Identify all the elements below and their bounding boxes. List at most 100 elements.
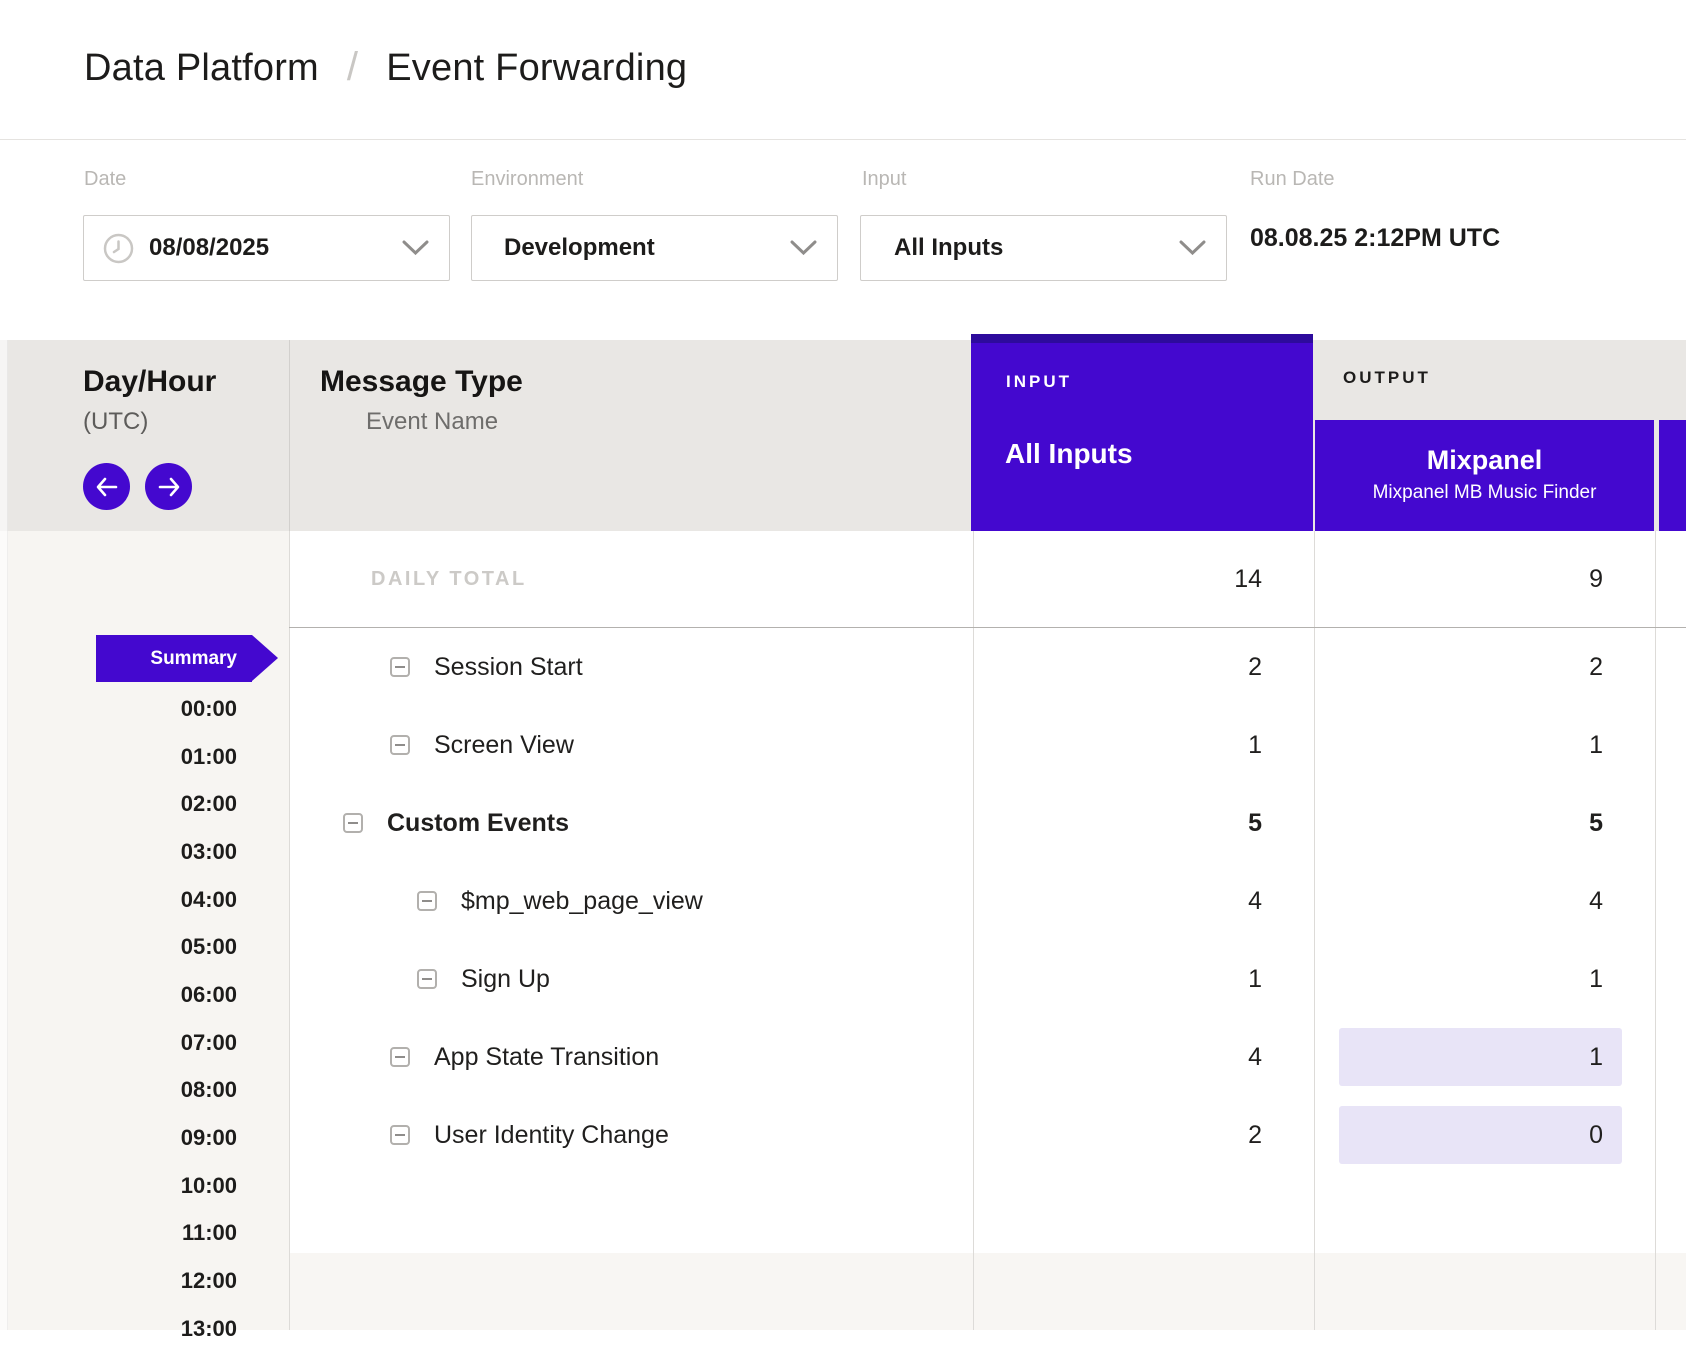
output-count-cell: 0 [1315,1096,1656,1174]
input-count-value: 2 [973,1121,1315,1150]
collapse-toggle-icon[interactable] [417,891,437,911]
event-name-label: App State Transition [434,1043,659,1072]
event-forwarding-page: Data Platform / Event Forwarding Date 08… [0,0,1686,1330]
collapse-toggle-icon[interactable] [390,1047,410,1067]
table-row: App State Transition 4 1 [289,1018,1686,1096]
input-dropdown[interactable]: All Inputs [860,215,1227,281]
output-count-cell: 1 [1315,706,1656,784]
hour-row-label[interactable]: 13:00 [0,1305,289,1353]
output-count-value: 1 [1589,731,1603,760]
input-count-value: 4 [973,1043,1315,1072]
summary-tab[interactable]: Summary [96,635,252,682]
hour-row-label[interactable]: 11:00 [0,1210,289,1258]
hour-row-label[interactable]: 02:00 [0,780,289,828]
table-row: User Identity Change 2 0 [289,1096,1686,1174]
hour-row-label[interactable]: 10:00 [0,1162,289,1210]
breadcrumb: Data Platform / Event Forwarding [84,46,687,91]
output-highlight-box [1339,1028,1622,1086]
input-column-header[interactable]: INPUT All Inputs [971,334,1313,531]
hour-row-label[interactable]: 06:00 [0,971,289,1019]
output-highlight-box [1339,1106,1622,1164]
hour-row-label[interactable]: 05:00 [0,923,289,971]
output-count-value: 2 [1589,653,1603,682]
event-name-subtitle: Event Name [320,408,523,436]
table-row: Screen View 1 1 [289,706,1686,784]
message-type-header: Message Type Event Name [320,365,523,436]
table-row: Sign Up 1 1 [289,940,1686,1018]
run-date-value: 08.08.25 2:12PM UTC [1250,224,1500,253]
arrow-right-icon [157,477,181,497]
previous-day-button[interactable] [83,463,130,510]
output-column-header-mixpanel[interactable]: Mixpanel Mixpanel MB Music Finder [1315,420,1654,531]
date-value: 08/08/2025 [149,234,269,262]
environment-dropdown[interactable]: Development [471,215,838,281]
input-value: All Inputs [894,234,1003,262]
table-footer-area [289,1253,1686,1330]
event-name-label: Screen View [434,731,574,760]
day-hour-subtitle: (UTC) [83,408,216,436]
environment-label: Environment [471,168,583,191]
input-count-value: 2 [973,653,1315,682]
output-count-cell: 1 [1315,940,1656,1018]
event-name-label: Session Start [434,653,583,682]
output-count-value: 1 [1589,1043,1603,1072]
input-section-label: INPUT [1006,372,1072,392]
output-count-cell: 2 [1315,628,1656,706]
next-day-button[interactable] [145,463,192,510]
chevron-down-icon [402,240,429,256]
event-name-label: User Identity Change [434,1121,669,1150]
event-name-label: Sign Up [461,965,550,994]
output-column-subtitle: Mixpanel MB Music Finder [1315,482,1654,504]
event-table-body: DAILY TOTAL 14 9 Session Start 2 2 [289,531,1686,1174]
hour-row-label[interactable]: 12:00 [0,1257,289,1305]
hour-row-label[interactable]: 04:00 [0,876,289,924]
input-count-value: 5 [973,809,1315,838]
environment-value: Development [504,234,655,262]
daily-total-label: DAILY TOTAL [289,568,973,591]
output-column-header-next-partial[interactable] [1659,420,1686,531]
output-count-value: 0 [1589,1121,1603,1150]
table-row: Custom Events 5 5 [289,784,1686,862]
message-type-title: Message Type [320,365,523,399]
hour-row-label[interactable]: 08:00 [0,1067,289,1115]
input-column-title: All Inputs [1005,438,1133,470]
input-label: Input [862,168,906,191]
hour-row-label[interactable]: 01:00 [0,733,289,781]
input-column-accent-strip [971,334,1313,343]
output-count-value: 4 [1589,887,1603,916]
chevron-down-icon [790,240,817,256]
summary-tab-arrow [252,635,278,681]
daily-total-row: DAILY TOTAL 14 9 [289,531,1686,628]
date-dropdown[interactable]: 08/08/2025 [83,215,450,281]
breadcrumb-section[interactable]: Data Platform [84,47,319,90]
daily-total-input-value: 14 [973,565,1315,594]
output-count-cell: 5 [1315,784,1656,862]
output-section-label: OUTPUT [1343,368,1431,388]
hour-row-label[interactable]: 07:00 [0,1019,289,1067]
collapse-toggle-icon[interactable] [390,657,410,677]
summary-tab-label: Summary [96,635,252,682]
output-count-value: 5 [1589,809,1603,838]
day-hour-title: Day/Hour [83,365,216,399]
hour-row-label[interactable]: 03:00 [0,828,289,876]
input-count-value: 1 [973,965,1315,994]
breadcrumb-separator: / [347,45,358,90]
header-column-divider [289,340,290,531]
table-row: $mp_web_page_view 4 4 [289,862,1686,940]
input-count-value: 4 [973,887,1315,916]
collapse-toggle-icon[interactable] [417,969,437,989]
output-count-cell: 1 [1315,1018,1656,1096]
hour-row-label[interactable]: 09:00 [0,1114,289,1162]
daily-total-output-cell: 9 [1315,531,1656,627]
output-count-value: 1 [1589,965,1603,994]
event-name-label: Custom Events [387,809,569,838]
daily-total-output-value: 9 [1589,565,1603,594]
hour-row-label[interactable]: 00:00 [0,685,289,733]
hour-list: 00:00 01:00 02:00 03:00 04:00 05:00 06:0… [0,685,289,1353]
collapse-toggle-icon[interactable] [390,1125,410,1145]
arrow-left-icon [95,477,119,497]
output-column-title: Mixpanel [1315,445,1654,476]
collapse-toggle-icon[interactable] [343,813,363,833]
collapse-toggle-icon[interactable] [390,735,410,755]
day-hour-header: Day/Hour (UTC) [83,365,216,510]
